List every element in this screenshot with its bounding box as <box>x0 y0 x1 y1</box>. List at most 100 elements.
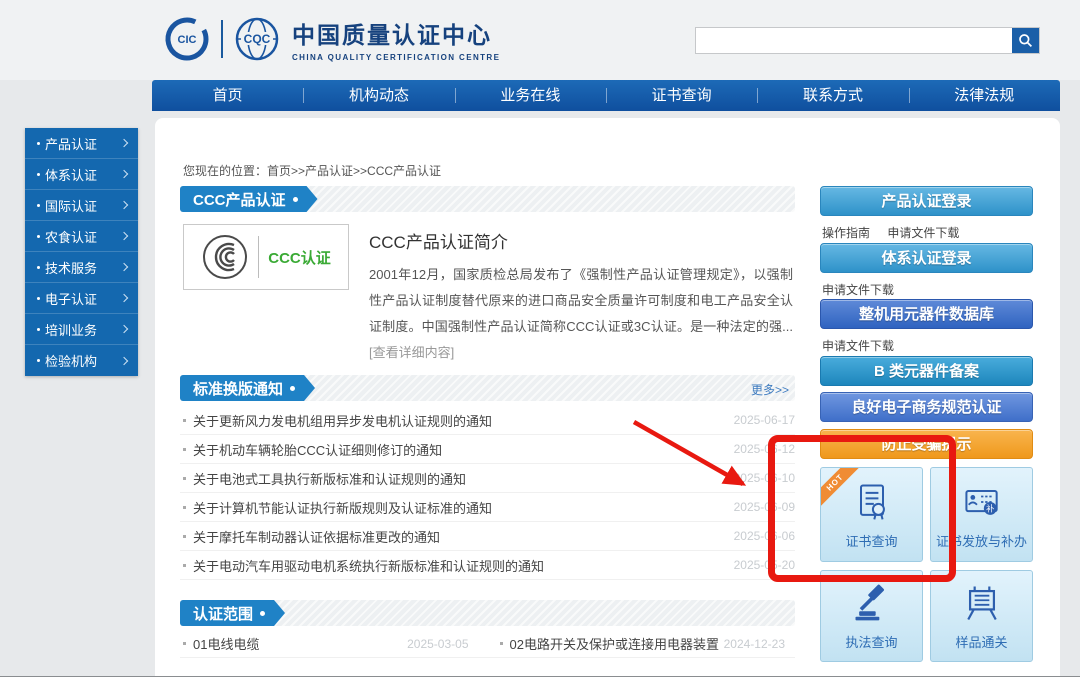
intro-text: 2001年12月，国家质检总局发布了《强制性产品认证管理规定》，以强制性产品认证… <box>369 262 793 366</box>
chevron-right-icon <box>119 200 129 210</box>
org-titles: 中国质量认证中心 CHINA QUALITY CERTIFICATION CEN… <box>292 16 500 62</box>
system-cert-login-button[interactable]: 体系认证登录 <box>820 243 1033 273</box>
nav-item-business-online[interactable]: 业务在线 <box>454 80 606 111</box>
bullet-icon <box>37 359 40 362</box>
anti-fraud-button[interactable]: 防止受骗提示 <box>820 429 1033 459</box>
sidebar-item-agrifood-cert[interactable]: 农食认证 <box>25 221 138 252</box>
ccic-logo-text: CIC <box>178 34 197 46</box>
notice-date: 2025-06-12 <box>733 442 795 456</box>
bullet-icon <box>183 447 186 451</box>
operation-guide-link[interactable]: 操作指南 <box>822 226 870 240</box>
card-label: 执法查询 <box>845 635 898 650</box>
application-download-link[interactable]: 申请文件下载 <box>887 226 959 240</box>
sidebar-item-system-cert[interactable]: 体系认证 <box>25 159 138 190</box>
notice-date: 2025-06-10 <box>733 471 795 485</box>
search-input[interactable] <box>696 28 1012 53</box>
logo-divider <box>221 20 223 58</box>
reissue-badge-text: 补 <box>986 503 994 513</box>
notice-date: 2025-06-17 <box>733 413 795 427</box>
nav-item-laws[interactable]: 法律法规 <box>908 80 1060 111</box>
section-tab-scope: 认证范围 <box>180 600 285 626</box>
notice-row[interactable]: 关于更新风力发电机组用异步发电机认证规则的通知 2025-06-17 <box>180 406 795 435</box>
notice-row[interactable]: 关于机动车辆轮胎CCC认证细则修订的通知 2025-06-12 <box>180 435 795 464</box>
chevron-right-icon <box>119 138 129 148</box>
bullet-icon <box>183 563 186 567</box>
sidebar-item-label: 国际认证 <box>45 198 98 214</box>
card-label: 证书查询 <box>845 533 898 549</box>
bullet-icon <box>37 203 40 207</box>
notice-title: 关于计算机节能认证执行新版规则及认证标准的通知 <box>193 500 493 516</box>
bullet-icon <box>37 327 40 331</box>
sample-clearance-card[interactable]: 样品通关 <box>930 570 1033 662</box>
chevron-right-icon <box>119 356 129 365</box>
notice-title: 关于电池式工具执行新版标准和认证规则的通知 <box>193 471 467 487</box>
site-header: CIC CQC 中国质量认证中心 CHINA QUALITY CERTIFICA… <box>0 0 1080 80</box>
chevron-right-icon <box>119 293 129 303</box>
notice-row[interactable]: 关于电动汽车用驱动电机系统执行新版标准和认证规则的通知 2025-05-20 <box>180 551 795 580</box>
section-bar-notice: 标准换版通知 更多>> <box>180 375 795 401</box>
search-button[interactable] <box>1012 28 1039 53</box>
sidebar-item-inspection[interactable]: 检验机构 <box>25 345 138 376</box>
cert-query-card[interactable]: HOT 证书查询 <box>820 467 923 562</box>
notice-date: 2025-06-09 <box>733 500 795 514</box>
cqc-logo-icon: CQC <box>235 17 279 61</box>
ecommerce-cert-button[interactable]: 良好电子商务规范认证 <box>820 392 1033 422</box>
nav-item-home[interactable]: 首页 <box>152 80 303 111</box>
sidebar-item-product-cert[interactable]: 产品认证 <box>25 128 138 159</box>
breadcrumb-path[interactable]: 首页>>产品认证>>CCC产品认证 <box>267 164 441 178</box>
nav-item-news[interactable]: 机构动态 <box>303 80 454 111</box>
bullet-icon <box>183 534 186 538</box>
search-box <box>695 27 1040 54</box>
notice-title: 关于机动车辆轮胎CCC认证细则修订的通知 <box>193 442 443 458</box>
notice-row[interactable]: 关于电池式工具执行新版标准和认证规则的通知 2025-06-10 <box>180 464 795 493</box>
b-class-component-button[interactable]: B 类元器件备案 <box>820 356 1033 386</box>
link-row: 操作指南 申请文件下载 <box>822 224 959 241</box>
sidebar-item-label: 电子认证 <box>45 291 98 307</box>
bullet-icon <box>37 234 40 238</box>
card-label: 样品通关 <box>955 635 1008 650</box>
application-download-link[interactable]: 申请文件下载 <box>822 339 894 353</box>
link-row: 申请文件下载 <box>822 337 894 354</box>
nav-item-cert-query[interactable]: 证书查询 <box>605 80 757 111</box>
gavel-icon <box>855 584 884 621</box>
breadcrumb: 您现在的位置：首页>>产品认证>>CCC产品认证 <box>183 162 441 179</box>
sidebar-item-training[interactable]: 培训业务 <box>25 314 138 345</box>
bullet-icon <box>183 642 186 645</box>
scope-date: 2024-12-23 <box>723 636 785 651</box>
product-cert-login-button[interactable]: 产品认证登录 <box>820 186 1033 216</box>
notice-row[interactable]: 关于摩托车制动器认证依据标准更改的通知 2025-06-06 <box>180 522 795 551</box>
component-database-button[interactable]: 整机用元器件数据库 <box>820 299 1033 329</box>
section-bar-scope: 认证范围 <box>180 600 795 626</box>
right-panel: 产品认证登录 操作指南 申请文件下载 体系认证登录 申请文件下载 整机用元器件数… <box>820 186 1033 662</box>
sidebar-item-electronic-cert[interactable]: 电子认证 <box>25 283 138 314</box>
section-title-scope: 认证范围 <box>193 605 254 623</box>
more-link[interactable]: 更多>> <box>751 381 789 398</box>
scope-item[interactable]: 02电路开关及保护或连接用电器装置 2024-12-23 <box>497 630 796 657</box>
cert-issue-reissue-card[interactable]: 补 证书发放与补办 <box>930 467 1033 562</box>
sidebar-item-label: 农食认证 <box>45 229 98 245</box>
link-row: 申请文件下载 <box>822 281 894 298</box>
tab-dot-icon <box>290 386 295 391</box>
application-download-link[interactable]: 申请文件下载 <box>822 283 894 297</box>
search-icon <box>1019 34 1033 48</box>
quick-access-grid: HOT 证书查询 补 证书发放与补办 执法查询 样品通关 <box>820 467 1033 662</box>
law-enforcement-query-card[interactable]: 执法查询 <box>820 570 923 662</box>
notice-row[interactable]: 关于计算机节能认证执行新版规则及认证标准的通知 2025-06-09 <box>180 493 795 522</box>
scope-row: 01电线电缆 2025-03-05 02电路开关及保护或连接用电器装置 2024… <box>180 630 795 658</box>
sidebar-item-label: 检验机构 <box>45 354 98 369</box>
nav-item-contact[interactable]: 联系方式 <box>757 80 908 111</box>
tab-dot-icon <box>260 611 265 616</box>
main-nav: 首页 机构动态 业务在线 证书查询 联系方式 法律法规 <box>152 80 1060 111</box>
sidebar-item-international-cert[interactable]: 国际认证 <box>25 190 138 221</box>
card-label: 证书发放与补办 <box>935 533 1027 549</box>
certificate-issue-icon: 补 <box>964 489 998 515</box>
logo-group: CIC CQC 中国质量认证中心 CHINA QUALITY CERTIFICA… <box>162 15 500 63</box>
section-title-ccc: CCC产品认证 <box>193 191 286 209</box>
ccc-mark-image: CCC认证 <box>183 224 349 290</box>
sidebar-item-tech-service[interactable]: 技术服务 <box>25 252 138 283</box>
bullet-icon <box>37 296 40 300</box>
ccc-mark-icon <box>203 235 248 279</box>
view-details-link[interactable]: [查看详细内容] <box>369 345 454 360</box>
chevron-right-icon <box>119 262 129 272</box>
scope-item[interactable]: 01电线电缆 2025-03-05 <box>180 630 479 657</box>
